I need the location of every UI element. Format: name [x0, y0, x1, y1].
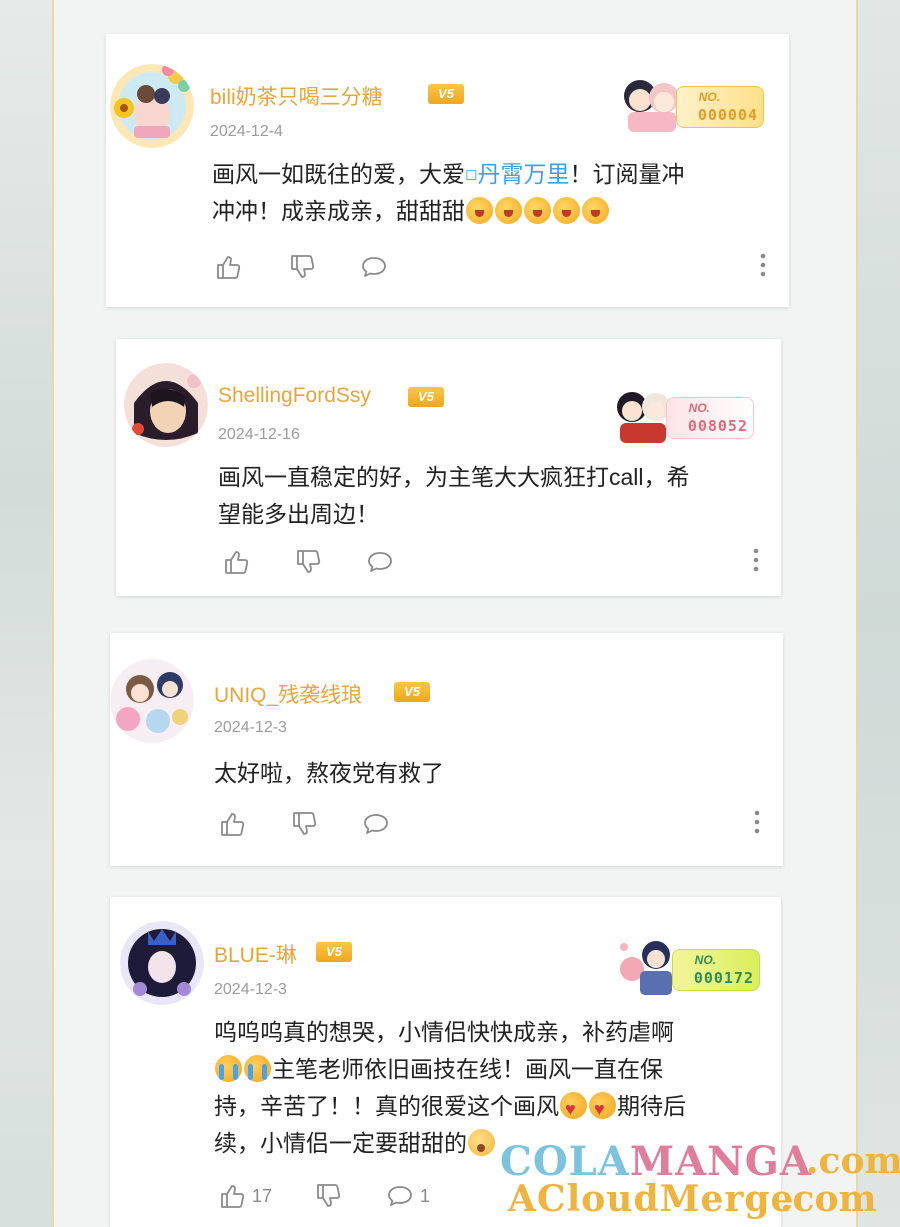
comment-bubble-icon — [364, 814, 388, 834]
comment-text-part: ！订阅量冲 — [569, 161, 685, 187]
comment-text-part: 主笔老师依旧画技在线！画风一直在保 — [272, 1056, 663, 1082]
avatar[interactable] — [110, 659, 194, 743]
comment-text: 画风一如既往的爱，大爱◻丹霄万里！订阅量冲 冲冲！成亲成亲，甜甜甜 — [212, 156, 772, 230]
comment-date: 2024-12-16 — [218, 426, 300, 443]
shy-blush-emoji-icon — [582, 197, 609, 224]
like-button[interactable]: 17 — [218, 1181, 272, 1211]
vip-level-badge: V5 — [428, 84, 464, 104]
dislike-button[interactable] — [294, 547, 322, 577]
comment-text-line: 画风一直稳定的好，为主笔大大疯狂打call，希 — [218, 464, 690, 490]
shy-blush-emoji-icon — [495, 197, 522, 224]
heart-hug-emoji-icon — [589, 1092, 616, 1119]
more-vertical-icon[interactable] — [758, 252, 768, 278]
reply-button[interactable] — [366, 547, 394, 577]
like-button[interactable] — [214, 252, 242, 282]
username[interactable]: UNIQ_残袭线琅 — [214, 679, 362, 709]
comment-actions — [222, 547, 762, 577]
thumbs-up-icon — [221, 1185, 245, 1208]
avatar-image — [120, 921, 204, 1005]
username[interactable]: ShellingFordSsy — [218, 384, 371, 408]
comment-date: 2024-12-3 — [214, 719, 287, 736]
crying-emoji-icon — [215, 1055, 242, 1082]
thumbs-up-icon — [225, 551, 249, 574]
like-button[interactable] — [218, 809, 246, 839]
comment-text: 太好啦，熬夜党有救了 — [214, 755, 764, 792]
comment-date: 2024-12-3 — [214, 981, 287, 998]
background-left-paper — [0, 0, 52, 1227]
watermark-domain: .com — [806, 1140, 900, 1182]
fan-badge[interactable]: NO. 008052 — [604, 379, 754, 449]
comment-text-line: 望能多出周边！ — [218, 501, 379, 527]
thumbs-up-icon — [221, 813, 245, 836]
background-right-paper — [858, 0, 900, 1227]
fan-badge-label: NO. — [698, 90, 720, 104]
like-button[interactable] — [222, 547, 250, 577]
comment-date: 2024-12-4 — [210, 123, 283, 140]
comment-bubble-icon — [388, 1186, 412, 1206]
crying-emoji-icon — [244, 1055, 271, 1082]
comment-card: bili奶茶只喝三分糖 V5 2024-12-4 NO. 000004 画风一如… — [106, 34, 789, 307]
avatar[interactable] — [110, 64, 194, 148]
reply-count: 1 — [420, 1185, 431, 1206]
watermark-domain: .com — [780, 1178, 877, 1220]
topic-link[interactable]: 丹霄万里 — [477, 161, 569, 187]
comment-text-part: 持，辛苦了！！真的很爱这个画风 — [214, 1093, 559, 1119]
comment-text-part: 冲冲！成亲成亲，甜甜甜 — [212, 198, 465, 224]
more-vertical-icon[interactable] — [752, 809, 762, 835]
vip-level-badge: V5 — [316, 942, 352, 962]
shy-blush-emoji-icon — [524, 197, 551, 224]
avatar-image — [110, 64, 194, 148]
reply-button[interactable]: 1 — [386, 1181, 430, 1211]
fan-badge-label: NO. — [694, 953, 716, 967]
comment-text: 画风一直稳定的好，为主笔大大疯狂打call，希 望能多出周边！ — [218, 459, 768, 533]
fan-badge[interactable]: NO. 000004 — [614, 68, 764, 138]
link-topic-icon: ◻ — [465, 166, 478, 183]
reply-button[interactable] — [362, 809, 390, 839]
more-vertical-icon[interactable] — [751, 547, 761, 573]
shy-blush-emoji-icon — [553, 197, 580, 224]
reply-button[interactable] — [360, 252, 388, 282]
thumbs-down-icon — [293, 812, 317, 835]
vip-level-badge: V5 — [408, 387, 444, 407]
dislike-button[interactable] — [290, 809, 318, 839]
comment-bubble-icon — [368, 552, 392, 572]
comment-text-part: 画风一如既往的爱，大爱 — [212, 161, 465, 187]
dislike-button[interactable] — [314, 1181, 342, 1211]
thumbs-down-icon — [317, 1184, 341, 1207]
thumbs-up-icon — [217, 256, 241, 279]
shy-blush-emoji-icon — [466, 197, 493, 224]
comment-text-part: 期待后 — [617, 1093, 686, 1119]
username[interactable]: bili奶茶只喝三分糖 — [210, 81, 383, 111]
vip-level-badge: V5 — [394, 682, 430, 702]
dislike-button[interactable] — [288, 252, 316, 282]
thumbs-down-icon — [297, 550, 321, 573]
fan-badge[interactable]: NO. 000172 — [610, 931, 760, 1001]
fan-badge-number: 000172 — [693, 969, 754, 987]
watermark-site-name: ACloudMerge — [508, 1178, 795, 1220]
avatar-image — [110, 659, 194, 743]
avatar[interactable] — [124, 363, 208, 447]
fan-badge-label: NO. — [688, 401, 710, 415]
comment-text-line: 太好啦，熬夜党有救了 — [214, 760, 444, 786]
fan-badge-number: 000004 — [697, 106, 758, 124]
comment-bubble-icon — [362, 257, 386, 277]
comment-text-part: 呜呜呜真的想哭，小情侣快快成亲，补药虐啊 — [214, 1019, 674, 1045]
username[interactable]: BLUE-琳 — [214, 939, 297, 969]
like-count: 17 — [252, 1185, 273, 1206]
comment-card: ShellingFordSsy V5 2024-12-16 NO. 008052… — [116, 339, 781, 596]
avatar[interactable] — [120, 921, 204, 1005]
dazed-emoji-icon — [468, 1129, 495, 1156]
comment-text-part: 续，小情侣一定要甜甜的 — [214, 1130, 467, 1156]
thumbs-down-icon — [291, 255, 315, 278]
comment-actions — [214, 252, 774, 282]
comment-actions — [218, 809, 758, 839]
comment-card: UNIQ_残袭线琅 V5 2024-12-3 太好啦，熬夜党有救了 — [110, 633, 783, 866]
heart-hug-emoji-icon — [560, 1092, 587, 1119]
fan-badge-number: 008052 — [687, 417, 748, 435]
avatar-image — [124, 363, 208, 447]
